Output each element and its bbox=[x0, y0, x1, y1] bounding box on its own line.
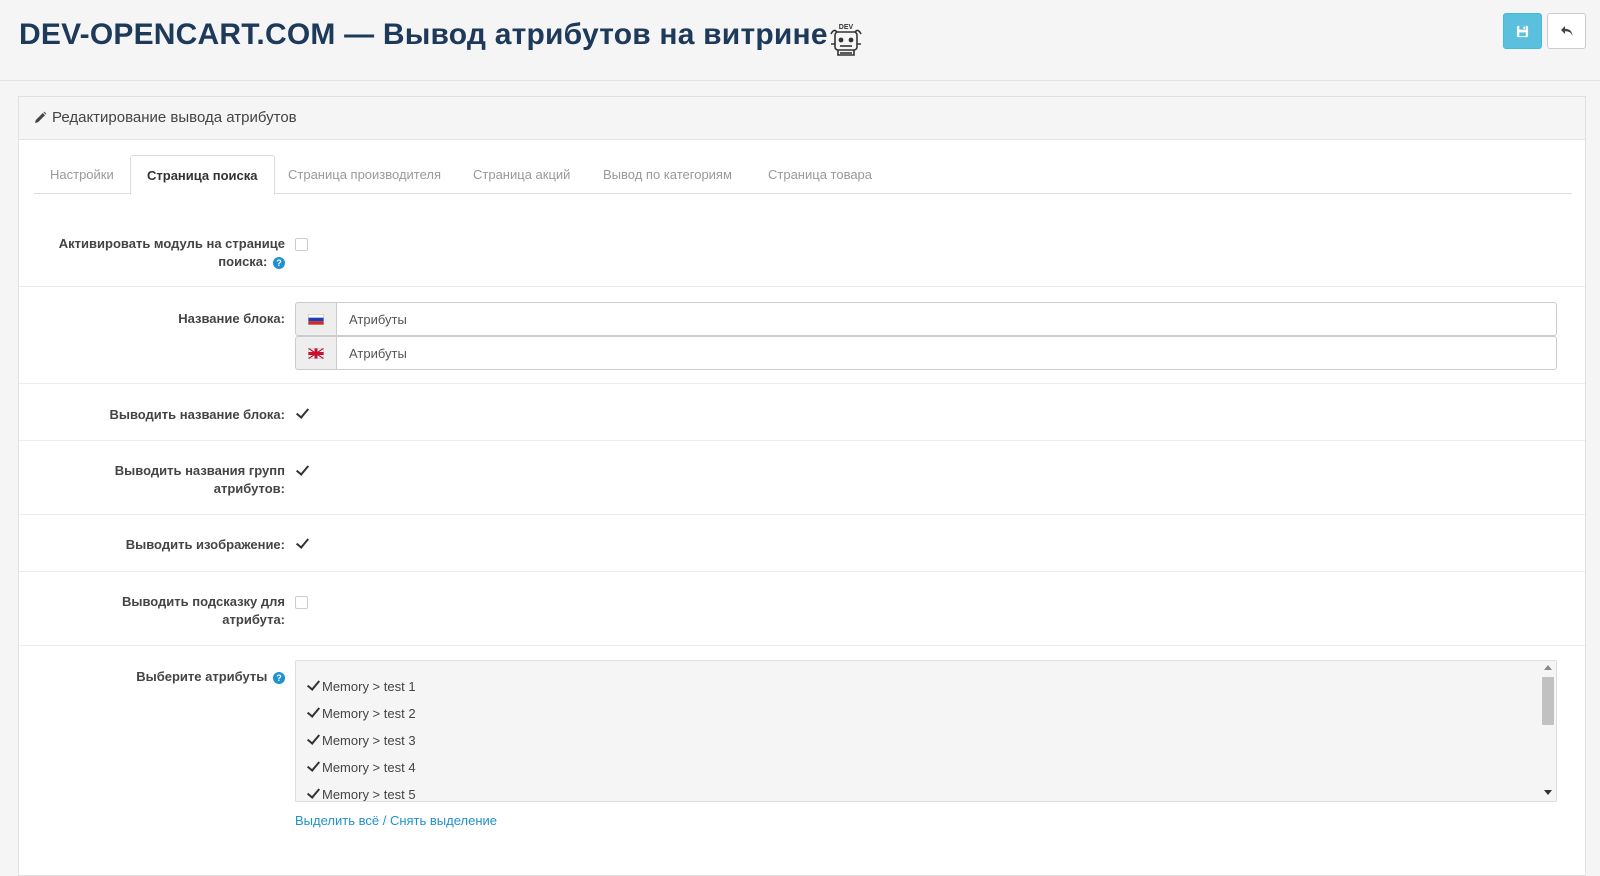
activate-checkbox[interactable] bbox=[295, 238, 308, 251]
activate-label: Активировать модуль на странице поиска: … bbox=[45, 235, 285, 271]
deselect-all-link[interactable]: Снять выделение bbox=[390, 813, 497, 828]
block-name-en-input[interactable] bbox=[336, 336, 1557, 370]
tab-specials-page[interactable]: Страница акций bbox=[457, 155, 586, 194]
pencil-icon bbox=[35, 111, 47, 123]
reply-arrow-icon bbox=[1560, 26, 1572, 36]
form-row-attributes: Выберите атрибуты ? Memory > test 1 Memo… bbox=[19, 646, 1585, 876]
page-title-brand: DEV-OPENCART.COM bbox=[19, 18, 336, 51]
flag-gb-icon bbox=[295, 336, 337, 370]
page-title-separator: — bbox=[344, 18, 375, 51]
form-row-show-image: Выводить изображение: bbox=[19, 515, 1585, 572]
list-item[interactable]: Memory > test 3 bbox=[306, 733, 416, 748]
tab-manufacturer-page[interactable]: Страница производителя bbox=[272, 155, 457, 194]
form-row-show-group-names: Выводить названия групп атрибутов: bbox=[19, 441, 1585, 515]
list-item-label: Memory > test 2 bbox=[322, 706, 416, 721]
selection-links: Выделить всё / Снять выделение bbox=[295, 813, 497, 828]
scroll-up-arrow-icon[interactable] bbox=[1544, 665, 1552, 670]
list-item[interactable]: Memory > test 5 bbox=[306, 787, 416, 802]
panel-title: Редактирование вывода атрибутов bbox=[52, 109, 297, 126]
list-item-label: Memory > test 3 bbox=[322, 733, 416, 748]
links-separator: / bbox=[382, 813, 387, 828]
list-item-label: Memory > test 1 bbox=[322, 679, 416, 694]
panel-heading: Редактирование вывода атрибутов bbox=[19, 97, 1585, 140]
tab-search-page[interactable]: Страница поиска bbox=[130, 155, 275, 195]
list-item[interactable]: Memory > test 2 bbox=[306, 706, 416, 721]
dev-robot-logo-icon: DEV bbox=[830, 24, 862, 56]
show-group-names-label: Выводить названия групп атрибутов: bbox=[114, 463, 285, 496]
checkbox-checked-icon[interactable] bbox=[306, 734, 320, 746]
attributes-scrollbar[interactable] bbox=[1540, 661, 1556, 801]
block-name-ru-group bbox=[295, 302, 1557, 336]
form-row-show-hint: Выводить подсказку для атрибута: bbox=[19, 572, 1585, 646]
show-image-checkbox[interactable] bbox=[295, 536, 308, 549]
show-image-label: Выводить изображение: bbox=[125, 537, 285, 552]
back-button[interactable] bbox=[1547, 13, 1586, 49]
attributes-list[interactable]: Memory > test 1 Memory > test 2 Memory >… bbox=[295, 660, 1557, 802]
question-circle-icon[interactable]: ? bbox=[273, 671, 285, 684]
show-group-names-checkbox[interactable] bbox=[295, 463, 308, 476]
select-all-link[interactable]: Выделить всё bbox=[295, 813, 379, 828]
attributes-label: Выберите атрибуты ? bbox=[45, 668, 285, 686]
tab-settings[interactable]: Настройки bbox=[34, 155, 130, 194]
list-item[interactable]: Memory > test 1 bbox=[306, 679, 416, 694]
block-name-label: Название блока: bbox=[178, 311, 285, 326]
block-name-en-group bbox=[295, 336, 1557, 370]
form-row-block-name: Название блока: bbox=[19, 287, 1585, 384]
checkbox-checked-icon[interactable] bbox=[306, 707, 320, 719]
scroll-thumb[interactable] bbox=[1542, 677, 1554, 725]
tab-product-page[interactable]: Страница товара bbox=[752, 155, 888, 194]
floppy-disk-icon bbox=[1516, 25, 1529, 37]
tab-category-output[interactable]: Вывод по категориям bbox=[587, 155, 748, 194]
page-title: DEV-OPENCART.COM — Вывод атрибутов на ви… bbox=[19, 18, 828, 52]
save-button[interactable] bbox=[1503, 13, 1542, 49]
checkbox-checked-icon[interactable] bbox=[306, 680, 320, 692]
list-item[interactable]: Memory > test 4 bbox=[306, 760, 416, 775]
list-item-label: Memory > test 4 bbox=[322, 760, 416, 775]
form-row-activate: Активировать модуль на странице поиска: … bbox=[19, 211, 1585, 287]
logo-text: DEV bbox=[839, 24, 854, 31]
show-block-name-checkbox[interactable] bbox=[295, 406, 308, 419]
block-name-ru-input[interactable] bbox=[336, 302, 1557, 336]
tabs-bar: Настройки Страница поиска Страница произ… bbox=[34, 155, 1572, 195]
scroll-down-arrow-icon[interactable] bbox=[1544, 790, 1552, 795]
form-row-show-block-name: Выводить название блока: bbox=[19, 384, 1585, 441]
show-hint-label: Выводить подсказку для атрибута: bbox=[121, 594, 285, 627]
page-header: DEV-OPENCART.COM — Вывод атрибутов на ви… bbox=[0, 0, 1600, 81]
page-title-text: Вывод атрибутов на витрине bbox=[382, 18, 828, 51]
edit-panel: Редактирование вывода атрибутов Настройк… bbox=[18, 96, 1586, 876]
checkbox-checked-icon[interactable] bbox=[306, 788, 320, 800]
flag-ru-icon bbox=[295, 302, 337, 336]
show-hint-checkbox[interactable] bbox=[295, 596, 308, 609]
attributes-label-text: Выберите атрибуты bbox=[136, 669, 268, 684]
show-block-name-label: Выводить название блока: bbox=[109, 407, 285, 422]
checkbox-checked-icon[interactable] bbox=[306, 761, 320, 773]
list-item-label: Memory > test 5 bbox=[322, 787, 416, 802]
question-circle-icon[interactable]: ? bbox=[273, 256, 285, 269]
activate-label-text: Активировать модуль на странице поиска: bbox=[58, 236, 285, 269]
